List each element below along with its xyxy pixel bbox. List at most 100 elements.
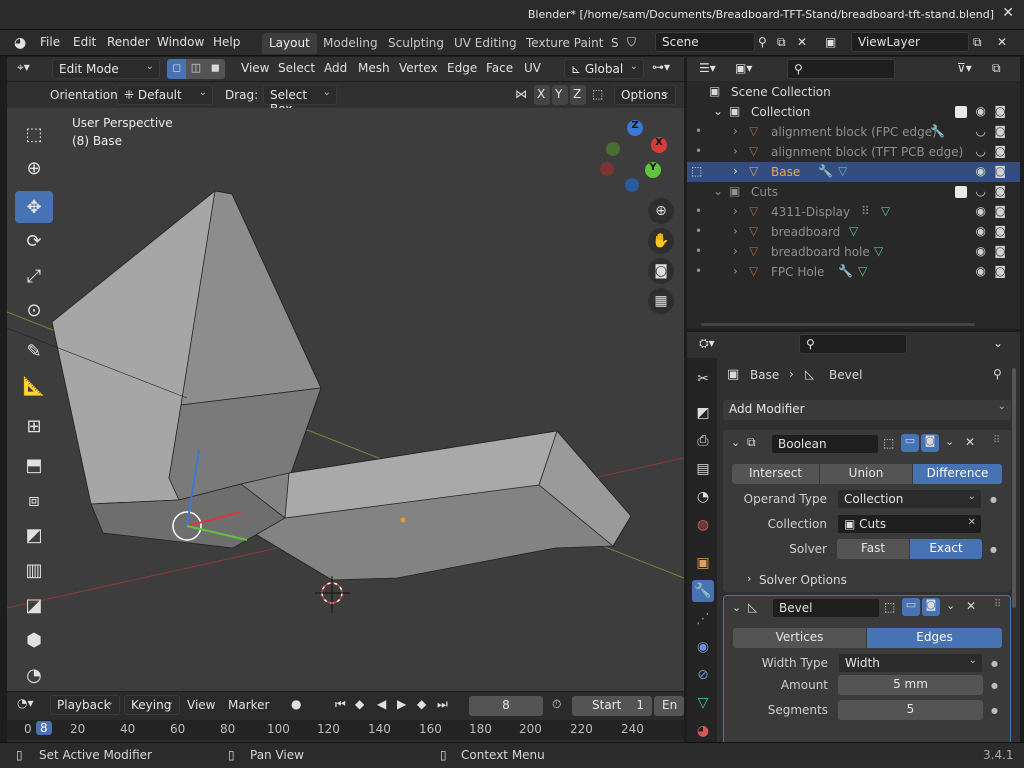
play-icon[interactable]: ▶ [397, 697, 406, 711]
render-tab-icon[interactable]: ◩ [692, 402, 714, 424]
drag-dropdown[interactable]: Select Box ⌄ [263, 85, 337, 116]
pan-hand-icon[interactable]: ✋ [648, 228, 674, 254]
camera-icon[interactable]: ◙ [994, 104, 1006, 118]
edit-mode-toggle-icon[interactable]: ⬚ [884, 600, 895, 614]
transform-orientation-dropdown[interactable]: ⊾ Global ⌄ [564, 59, 644, 79]
knife-icon[interactable]: ◪ [15, 589, 53, 621]
start-frame-field[interactable]: Start 1 [572, 696, 652, 716]
gizmo-x-label[interactable]: X [651, 137, 667, 153]
drag-handle-icon[interactable]: ⠿ [994, 599, 1001, 610]
frame-ruler[interactable]: 0 8 20 40 60 80 100 120 140 160 180 200 … [7, 720, 684, 740]
3d-viewport[interactable]: User Perspective (8) Base Z X Y ⊕ ✋ ◙ ▦ [7, 108, 684, 691]
render-toggle-icon[interactable]: ◙ [922, 598, 940, 616]
chevron-right-icon[interactable]: › [733, 164, 738, 178]
delete-viewlayer-icon[interactable]: ✕ [997, 35, 1007, 49]
camera-icon[interactable]: ◙ [994, 164, 1006, 178]
scene-icon[interactable]: ⛉ [627, 35, 636, 50]
keyframe-dot-icon[interactable]: ● [991, 706, 998, 715]
exclude-checkbox[interactable] [955, 106, 967, 118]
chevron-right-icon[interactable]: › [733, 124, 738, 138]
menu-render[interactable]: Render [107, 35, 150, 49]
new-scene-icon[interactable]: ⧉ [777, 35, 786, 50]
move-tool-icon[interactable]: ✥ [15, 191, 53, 223]
eye-closed-icon[interactable]: ◡ [976, 124, 986, 138]
display-mode-icon[interactable]: ▣▾ [735, 61, 752, 75]
scene-tab-icon[interactable]: ◔ [692, 486, 714, 508]
clear-icon[interactable]: ✕ [968, 517, 976, 528]
viewport-scene[interactable] [7, 108, 684, 691]
tab-layout[interactable]: Layout [262, 33, 317, 54]
tool-tab-icon[interactable]: ✂ [692, 368, 714, 390]
material-tab-icon[interactable]: ◕ [692, 720, 714, 742]
chevron-down-icon[interactable]: ⌄ [713, 104, 723, 118]
playhead[interactable]: 8 [36, 721, 52, 735]
properties-search[interactable]: ⚲ [799, 334, 907, 354]
remove-modifier-icon[interactable]: ✕ [966, 599, 976, 613]
loop-cut-icon[interactable]: ▥ [15, 554, 53, 586]
options-dropdown[interactable]: Options ⌄ [614, 85, 676, 105]
axis-z-toggle[interactable]: Z [570, 85, 586, 105]
camera-icon[interactable]: ◙ [994, 204, 1006, 218]
eye-icon[interactable]: ◉ [976, 104, 986, 118]
vertex-select-icon[interactable]: ◻ [167, 59, 187, 79]
intersect-option[interactable]: Intersect [732, 464, 819, 484]
jump-start-icon[interactable]: ⏮ [335, 697, 346, 712]
stopwatch-icon[interactable]: ⏱ [552, 697, 561, 712]
viewlayer-icon[interactable]: ▣ [825, 35, 836, 49]
tab-more[interactable]: S [604, 33, 626, 54]
edge-select-icon[interactable]: ◫ [186, 59, 206, 79]
viewport-toggle-icon[interactable]: ▭ [902, 598, 920, 616]
properties-editor-icon[interactable]: ⛭▾ [699, 336, 715, 351]
mirror-icon[interactable]: ⋈ [515, 87, 527, 101]
chevron-down-icon[interactable]: ⌄ [713, 184, 723, 198]
union-option[interactable]: Union [820, 464, 912, 484]
gizmo-neg-y[interactable] [606, 142, 620, 156]
keyframe-dot-icon[interactable]: ● [990, 495, 997, 504]
menu-select[interactable]: Select [278, 61, 315, 75]
editor-type-icon[interactable]: ⌖▾ [17, 60, 30, 75]
current-frame-field[interactable]: 8 [469, 696, 543, 716]
tree-row[interactable]: • › ▽ 4311-Display ⠿ ▽ ◉ ◙ [687, 202, 1020, 222]
tree-row-selected[interactable]: ⬚ › ▽ Base 🔧 ▽ ◉ ◙ [687, 162, 1020, 182]
outliner-search[interactable]: ⚲ [787, 59, 895, 79]
collection-field[interactable]: ▣ Cuts ✕ [837, 514, 982, 534]
face-select-icon[interactable]: ◼ [205, 59, 225, 79]
menu-edit[interactable]: Edit [73, 35, 96, 49]
eye-icon[interactable]: ◉ [976, 244, 986, 258]
data-tab-icon[interactable]: ▽ [692, 692, 714, 714]
zoom-icon[interactable]: ⊕ [648, 198, 674, 224]
blender-logo-icon[interactable]: ◕ [14, 35, 26, 51]
remove-modifier-icon[interactable]: ✕ [965, 435, 975, 449]
play-reverse-icon[interactable]: ◀ [377, 697, 386, 711]
menu-mesh[interactable]: Mesh [358, 61, 390, 75]
rotate-tool-icon[interactable]: ⟳ [15, 225, 53, 257]
next-keyframe-icon[interactable]: ◆ [417, 697, 426, 711]
marker-menu[interactable]: Marker [228, 698, 269, 712]
eye-icon[interactable]: ◉ [976, 264, 986, 278]
vertices-option[interactable]: Vertices [733, 628, 866, 648]
view-layer-tab-icon[interactable]: ▤ [692, 458, 714, 480]
tree-row[interactable]: • › ▽ alignment block (TFT PCB edge) ◡ ◙ [687, 142, 1020, 162]
playback-menu[interactable]: Playback ⌄ [50, 695, 120, 715]
keyframe-dot-icon[interactable]: ● [991, 659, 998, 668]
snap-icon[interactable]: ⊶▾ [652, 60, 670, 74]
chevron-right-icon[interactable]: › [733, 224, 738, 238]
transform-tool-icon[interactable]: ⊙ [15, 294, 53, 326]
gizmo-neg-z[interactable] [625, 178, 639, 192]
topology-mirror-icon[interactable]: ⬚ [592, 87, 603, 101]
keying-menu[interactable]: Keying ⌄ [124, 695, 180, 715]
camera-icon[interactable]: ◙ [994, 184, 1006, 198]
eye-icon[interactable]: ◉ [976, 224, 986, 238]
modifier-tab-icon[interactable]: 🔧 [692, 580, 714, 602]
boolean-name-field[interactable]: Boolean [771, 434, 879, 454]
timeline-editor-icon[interactable]: ◔▾ [17, 696, 34, 710]
gizmo-z-label[interactable]: Z [627, 120, 643, 136]
chevron-down-icon[interactable]: ⌄ [945, 435, 954, 448]
difference-option[interactable]: Difference [913, 464, 1002, 484]
menu-face[interactable]: Face [486, 61, 513, 75]
output-tab-icon[interactable]: ⎙ [692, 430, 714, 452]
tab-modeling[interactable]: Modeling [316, 33, 385, 54]
tree-row[interactable]: ▣ Scene Collection [687, 82, 1020, 102]
solver-options-subpanel[interactable]: Solver Options [759, 573, 847, 587]
timeline-view-menu[interactable]: View [187, 698, 215, 712]
